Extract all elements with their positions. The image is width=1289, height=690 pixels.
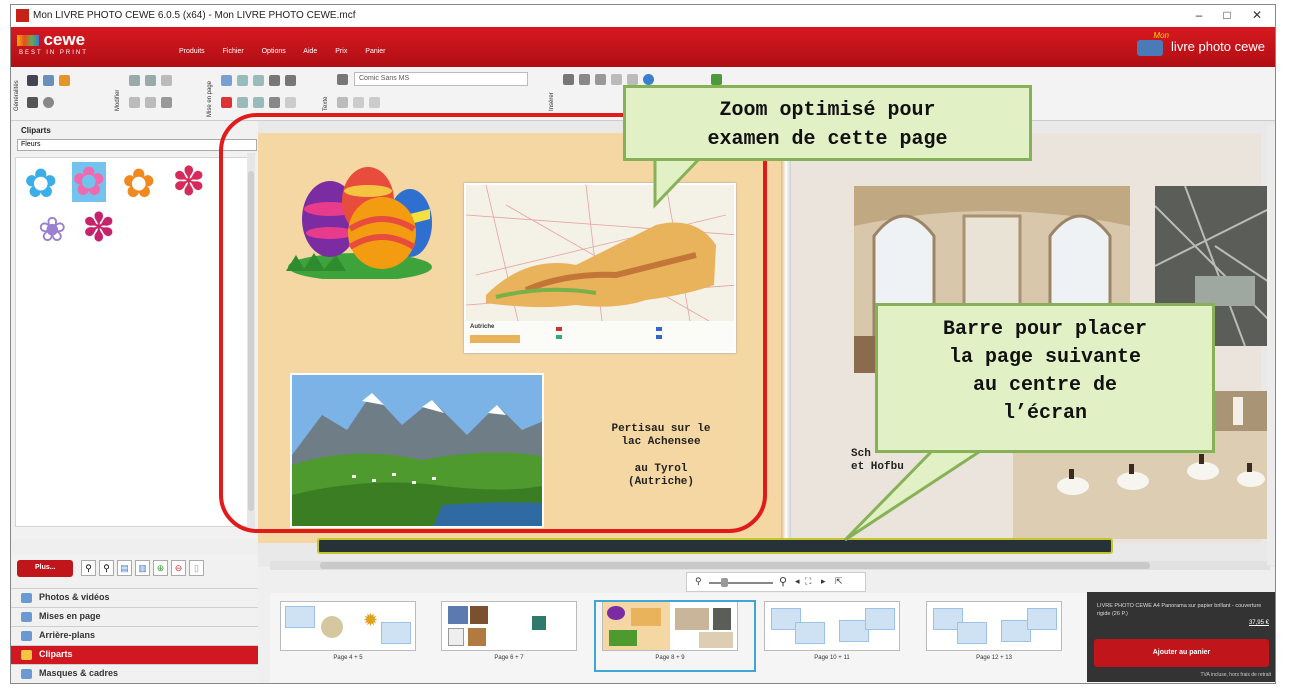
callout-tail-bar <box>843 446 991 542</box>
callout-line: Barre pour placer <box>942 318 1148 341</box>
zoom-callout: Zoom optimisé pour examen de cette page <box>623 85 1032 161</box>
callout-line: examen de cette page <box>707 128 948 151</box>
callout-line: l’écran <box>1002 402 1087 425</box>
bar-callout: Barre pour placer la page suivante au ce… <box>875 303 1215 453</box>
callout-tail-zoom <box>653 156 704 209</box>
callout-line: au centre de <box>972 374 1118 397</box>
screenshot-frame: Mon LIVRE PHOTO CEWE 6.0.5 (x64) - Mon L… <box>0 0 1289 690</box>
callout-line: la page suivante <box>948 346 1142 369</box>
callout-line: Zoom optimisé pour <box>719 99 936 122</box>
